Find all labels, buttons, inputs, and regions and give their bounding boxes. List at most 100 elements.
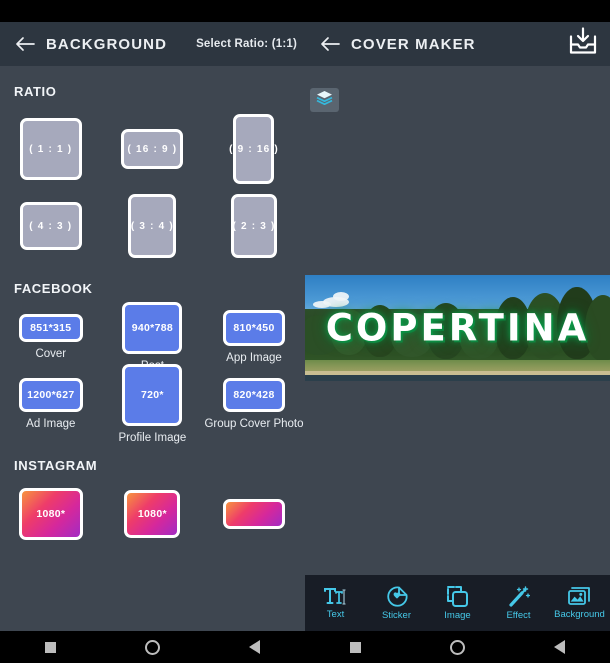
size-tile[interactable]: ( 9 : 16 ) <box>229 114 278 184</box>
text-icon <box>323 587 348 606</box>
section-grid: ( 1 : 1 )( 16 : 9 )( 9 : 16 )( 4 : 3 )( … <box>0 109 305 263</box>
section-grid: 851*315Cover940*788Post810*450App Image1… <box>0 302 305 444</box>
recents-square-icon[interactable] <box>336 641 376 653</box>
size-tile-label: ( 9 : 16 ) <box>229 143 279 155</box>
tool-sticker[interactable]: Sticker <box>366 586 427 621</box>
arrow-left-icon[interactable] <box>8 36 42 52</box>
size-tile-label: 1080* <box>137 508 167 520</box>
size-tile[interactable]: 1080* <box>124 490 181 538</box>
sticker-icon <box>386 586 408 607</box>
background-appbar: BACKGROUND Select Ratio: (1:1) <box>0 22 305 66</box>
right-device-pane: COVER MAKER COPERTINA Text Sticker Image… <box>305 22 610 631</box>
effect-wand-icon <box>508 585 530 607</box>
home-circle-icon[interactable] <box>437 639 477 655</box>
save-download-icon[interactable] <box>566 26 600 63</box>
size-tile-label: 940*788 <box>131 322 173 334</box>
tool-label: Text <box>326 608 345 620</box>
back-triangle-icon[interactable] <box>234 640 274 654</box>
tool-effect[interactable]: Effect <box>488 585 549 621</box>
size-option-cell: ( 3 : 4 ) <box>102 194 204 258</box>
size-tile[interactable] <box>222 499 285 529</box>
layers-icon <box>316 90 333 110</box>
size-tile-caption: App Image <box>226 352 282 364</box>
tool-label: Effect <box>506 609 531 621</box>
section-row: ( 4 : 3 ) ( 3 : 4 ) ( 2 : 3 ) <box>0 189 305 263</box>
section-title: RATIO <box>14 84 57 99</box>
size-option-cell: 1080* <box>102 490 204 538</box>
size-tile-label: ( 4 : 3 ) <box>29 220 73 232</box>
size-tile-caption: Profile Image <box>118 432 187 444</box>
section-title: FACEBOOK <box>14 281 93 296</box>
recents-square-icon[interactable] <box>31 641 71 653</box>
size-tile-label: ( 16 : 9 ) <box>127 143 178 155</box>
section-grid: 1080* 1080* <box>0 483 305 545</box>
size-tile[interactable]: ( 2 : 3 ) <box>230 194 277 258</box>
size-tile-label: ( 2 : 3 ) <box>232 220 276 232</box>
tool-label: Sticker <box>381 609 412 621</box>
size-tile-caption: Ad Image <box>26 418 76 430</box>
size-tile-caption: Cover <box>35 348 67 360</box>
size-option-cell: 820*428 Group Cover Photo <box>203 378 305 430</box>
size-tile-label: 810*450 <box>233 322 275 334</box>
page-title: BACKGROUND <box>46 35 167 53</box>
size-option-cell: ( 4 : 3 ) <box>0 202 102 250</box>
size-tile[interactable]: 810*450 <box>222 310 285 346</box>
section-row: ( 1 : 1 ) ( 16 : 9 ) ( 9 : 16 ) <box>0 109 305 189</box>
section-row: 1200*627 Ad Image 720* Profile Image 820*428… <box>0 364 305 444</box>
page-title: COVER MAKER <box>351 35 476 53</box>
size-tile-caption: Group Cover Photo <box>204 418 304 430</box>
size-option-cell: ( 1 : 1 ) <box>0 118 102 180</box>
tool-background[interactable]: Background <box>549 586 610 620</box>
android-navbar-left <box>0 631 305 663</box>
size-tile-label: ( 3 : 4 ) <box>130 220 174 232</box>
size-tile[interactable]: ( 4 : 3 ) <box>19 202 82 250</box>
size-tile[interactable]: ( 16 : 9 ) <box>121 129 184 169</box>
cover-maker-appbar: COVER MAKER <box>305 22 610 66</box>
image-icon <box>447 585 468 607</box>
background-scroll-body[interactable]: RATIO ( 1 : 1 ) ( 16 : 9 ) ( 9 : 16 ) ( 4 : … <box>0 66 305 631</box>
android-navbar-right <box>305 631 610 663</box>
section-title: INSTAGRAM <box>14 458 98 473</box>
left-device-pane: BACKGROUND Select Ratio: (1:1) RATIO ( 1 … <box>0 22 305 631</box>
size-tile[interactable]: ( 1 : 1 ) <box>19 118 82 180</box>
selected-ratio-status: Select Ratio: (1:1) <box>196 38 297 50</box>
size-tile-label: 820*428 <box>233 389 275 401</box>
size-tile-label: ( 1 : 1 ) <box>29 143 73 155</box>
tool-label: Background <box>554 609 605 620</box>
arrow-left-icon[interactable] <box>313 36 347 52</box>
tool-label: Image <box>444 609 471 621</box>
size-option-cell: 810*450 App Image <box>203 310 305 364</box>
size-tile-label: 1080* <box>36 508 66 520</box>
size-tile[interactable]: ( 3 : 4 ) <box>128 194 177 258</box>
size-option-cell: 1080* <box>0 488 102 540</box>
tool-image[interactable]: Image <box>427 585 488 621</box>
size-tile[interactable]: 820*428 <box>222 378 285 412</box>
size-tile[interactable]: 1080* <box>18 488 83 540</box>
size-tile[interactable]: 851*315 <box>18 314 83 342</box>
editor-toolbar: Text Sticker Image Effect Background <box>305 575 610 631</box>
size-option-cell: ( 2 : 3 ) <box>203 194 305 258</box>
cover-text[interactable]: COPERTINA <box>305 307 610 350</box>
size-option-cell: 940*788Post <box>102 302 204 372</box>
size-option-cell: ( 9 : 16 ) <box>203 114 305 184</box>
layers-button[interactable] <box>310 88 339 112</box>
back-triangle-icon[interactable] <box>539 640 579 654</box>
home-circle-icon[interactable] <box>132 639 172 655</box>
screen-root: BACKGROUND Select Ratio: (1:1) RATIO ( 1 … <box>0 0 610 663</box>
size-tile-label: 1200*627 <box>27 389 75 401</box>
size-option-cell: 720* Profile Image <box>102 364 204 444</box>
background-icon <box>568 586 591 606</box>
size-option-cell: ( 16 : 9 ) <box>102 129 204 169</box>
status-bar <box>0 0 610 22</box>
size-option-cell <box>203 499 305 529</box>
cover-canvas[interactable]: COPERTINA <box>305 275 610 381</box>
size-tile[interactable]: 1200*627 <box>18 378 83 412</box>
size-tile[interactable]: 720* <box>122 364 183 426</box>
size-option-cell: 851*315 Cover <box>0 314 102 360</box>
size-tile[interactable]: 940*788 <box>122 302 183 354</box>
size-option-cell: 1200*627 Ad Image <box>0 378 102 430</box>
size-tile-label: 851*315 <box>30 322 72 334</box>
section-row: 1080* 1080* <box>0 483 305 545</box>
tool-text[interactable]: Text <box>305 587 366 620</box>
size-tile-label: 720* <box>140 389 164 401</box>
